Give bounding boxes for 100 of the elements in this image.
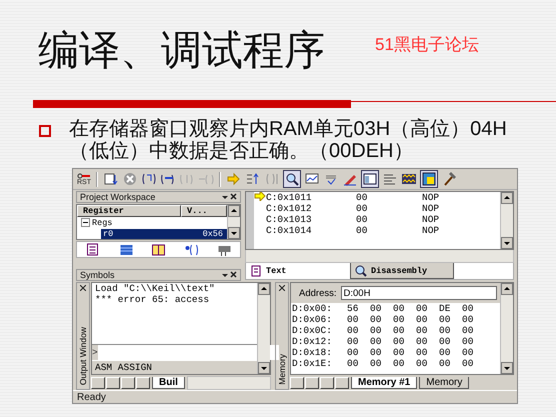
memory-byte: 00 bbox=[370, 325, 382, 336]
register-name: r0 bbox=[103, 228, 114, 238]
close-icon[interactable] bbox=[279, 285, 285, 291]
serial-window-icon[interactable] bbox=[420, 170, 438, 188]
memory-byte: 00 bbox=[416, 303, 428, 314]
column-header[interactable]: V... bbox=[181, 205, 227, 217]
navigation-button[interactable] bbox=[305, 376, 319, 388]
memory-byte: 00 bbox=[462, 358, 474, 369]
memory-byte: 00 bbox=[393, 303, 406, 314]
memory-byte: 00 bbox=[462, 325, 474, 336]
memory-byte: 56 bbox=[347, 303, 360, 314]
status-bar: Ready bbox=[73, 390, 517, 403]
memory-byte: 00 bbox=[439, 336, 452, 347]
collapse-icon[interactable] bbox=[81, 218, 90, 227]
opcode: 00 bbox=[356, 214, 368, 225]
tree-item[interactable]: r0 0x56 bbox=[101, 228, 227, 238]
opcode: 00 bbox=[356, 225, 368, 236]
magnifier-icon[interactable] bbox=[283, 170, 301, 188]
navigation-button[interactable] bbox=[106, 376, 120, 388]
panel-title: Project Workspace bbox=[80, 192, 156, 202]
command-input[interactable] bbox=[98, 345, 279, 360]
memory-byte: 00 bbox=[416, 325, 428, 336]
memory-byte: 00 bbox=[347, 347, 360, 358]
memory-byte: 00 bbox=[347, 336, 360, 347]
document-icon bbox=[250, 265, 262, 278]
memory-byte: 00 bbox=[462, 347, 474, 358]
panel-title: Memory bbox=[277, 354, 287, 385]
navigation-button[interactable] bbox=[335, 376, 349, 388]
memory-address: D:0x06: bbox=[292, 314, 333, 325]
memory-byte: 00 bbox=[347, 325, 360, 336]
scrollbar[interactable] bbox=[500, 192, 513, 250]
address-field[interactable]: D:00H bbox=[340, 286, 497, 300]
panel-title: Symbols bbox=[80, 270, 115, 280]
navigation-button[interactable] bbox=[136, 376, 150, 388]
close-icon[interactable] bbox=[221, 271, 237, 279]
memory-byte: 00 bbox=[462, 314, 474, 325]
column-header[interactable]: Register bbox=[77, 205, 181, 217]
memory-address: D:0x12: bbox=[292, 336, 333, 347]
memory-byte: 00 bbox=[393, 336, 406, 347]
memory-byte: 00 bbox=[416, 358, 428, 369]
memory-tab[interactable]: Memory bbox=[419, 376, 470, 388]
mnemonic: NOP bbox=[422, 225, 440, 236]
close-icon[interactable] bbox=[221, 193, 237, 201]
memory-byte: 00 bbox=[347, 358, 360, 369]
reset-icon bbox=[77, 172, 91, 178]
scrollbar[interactable] bbox=[227, 205, 240, 239]
memory-byte: 00 bbox=[439, 347, 452, 358]
memory-byte: 00 bbox=[370, 347, 382, 358]
memory-byte: 00 bbox=[439, 358, 452, 369]
memory-byte: DE bbox=[439, 303, 452, 314]
address-label: Address: bbox=[299, 288, 336, 298]
close-icon[interactable] bbox=[80, 285, 86, 291]
memory-address: D:0x1E: bbox=[292, 358, 333, 369]
panel-title: Output Window bbox=[78, 326, 88, 385]
prompt-symbol: > bbox=[92, 347, 98, 358]
output-tab[interactable]: Buil bbox=[152, 376, 185, 388]
memory-byte: 00 bbox=[393, 325, 406, 336]
waveform-icon[interactable] bbox=[401, 171, 417, 187]
memory-byte: 00 bbox=[370, 314, 382, 325]
register-name: Regs bbox=[92, 218, 112, 228]
horizontal-scrollbar[interactable] bbox=[186, 376, 271, 390]
memory-byte: 00 bbox=[462, 303, 474, 314]
code-address: C:0x1013 bbox=[266, 214, 313, 225]
memory-byte: 00 bbox=[393, 347, 406, 358]
list-up-icon[interactable] bbox=[245, 171, 261, 187]
code-address: C:0x1014 bbox=[266, 225, 313, 236]
memory-byte: 00 bbox=[416, 336, 428, 347]
command-hint: ASM ASSIGN bbox=[92, 360, 257, 374]
mnemonic: NOP bbox=[422, 192, 440, 203]
memory-byte: 00 bbox=[393, 358, 406, 369]
bullet-text: 在存储器窗口观察片内RAM单元03H（高位）04H（低位）中数据是否正确。（00DEH） bbox=[69, 118, 508, 164]
code-address: C:0x1011 bbox=[266, 192, 313, 203]
output-line: *** error 65: access bbox=[94, 294, 210, 305]
bullet-marker bbox=[39, 125, 51, 137]
navigation-button[interactable] bbox=[290, 376, 304, 388]
memory-byte: 00 bbox=[370, 303, 382, 314]
memory-byte: 00 bbox=[370, 336, 382, 347]
navigation-button[interactable] bbox=[91, 376, 105, 388]
memory-byte: 00 bbox=[416, 314, 428, 325]
memory-byte: 00 bbox=[462, 336, 474, 347]
memory-byte: 00 bbox=[439, 314, 452, 325]
opcode: 00 bbox=[356, 192, 368, 203]
horizontal-scrollbar[interactable] bbox=[245, 250, 514, 264]
navigation-button[interactable] bbox=[121, 376, 135, 388]
gutter bbox=[246, 192, 254, 250]
window-icon[interactable] bbox=[361, 170, 379, 188]
memory-address: D:0x18: bbox=[292, 347, 333, 358]
memory-byte: 00 bbox=[439, 325, 452, 336]
tree-item[interactable]: Regs bbox=[90, 218, 227, 228]
memory-byte: 00 bbox=[347, 314, 360, 325]
navigation-button[interactable] bbox=[320, 376, 334, 388]
magnifier-icon bbox=[355, 264, 367, 277]
memory-tab[interactable]: Memory #1 bbox=[351, 376, 418, 388]
mnemonic: NOP bbox=[422, 203, 440, 214]
memory-byte: 00 bbox=[393, 314, 406, 325]
opcode: 00 bbox=[356, 203, 368, 214]
scrollbar[interactable] bbox=[500, 283, 513, 374]
memory-byte: 00 bbox=[416, 347, 428, 358]
mnemonic: NOP bbox=[422, 214, 440, 225]
view-tab[interactable]: Disassembly bbox=[350, 263, 454, 279]
